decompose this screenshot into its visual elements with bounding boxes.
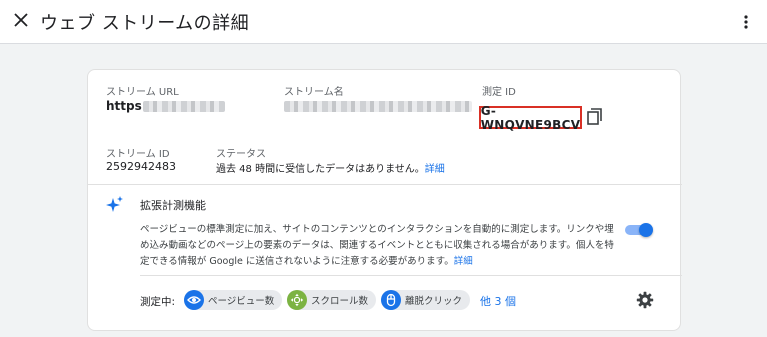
measuring-label: 測定中: [140, 296, 176, 308]
close-button[interactable] [9, 8, 33, 32]
copy-button[interactable] [585, 107, 605, 127]
divider [140, 275, 682, 276]
close-icon [14, 13, 28, 27]
copy-icon [587, 108, 602, 125]
measurement-id-label: 測定 ID [482, 87, 516, 98]
redacted-url [143, 101, 225, 112]
status-details-link[interactable]: 詳細 [425, 164, 445, 175]
toggle-thumb [639, 223, 653, 237]
redacted-stream-name [284, 101, 472, 112]
gear-icon[interactable] [636, 291, 654, 309]
top-app-bar: ウェブ ストリームの詳細 [0, 0, 767, 44]
stream-name-label: ストリーム名 [284, 87, 344, 98]
chip-page-views[interactable]: ページビュー数 [184, 290, 283, 310]
chip-outbound-clicks[interactable]: 離脱クリック [381, 290, 471, 310]
status-row: 過去 48 時間に受信したデータはありません。詳細 [216, 160, 445, 175]
stream-id-label: ストリーム ID [106, 149, 170, 160]
enhanced-measurement-description: ページビューの標準測定に加え、サイトのコンテンツとのインタラクションを自動的に測… [140, 222, 620, 270]
mouse-icon [381, 290, 401, 310]
stream-id-value: 2592942483 [106, 160, 176, 173]
description-details-link[interactable]: 詳細 [454, 256, 473, 267]
status-text: 過去 48 時間に受信したデータはありません。 [216, 164, 425, 175]
chip-label: 離脱クリック [405, 296, 463, 307]
more-options-button[interactable] [734, 10, 758, 34]
chip-label: スクロール数 [311, 296, 369, 307]
enhanced-measurement-toggle[interactable] [623, 223, 653, 237]
status-label: ステータス [216, 149, 266, 160]
chip-scrolls[interactable]: スクロール数 [287, 290, 377, 310]
chip-label: ページビュー数 [208, 296, 275, 307]
scroll-icon [287, 290, 307, 310]
stream-url-label: ストリーム URL [106, 87, 179, 98]
more-measurements-link[interactable]: 他 3 個 [480, 293, 516, 309]
more-vert-icon [744, 15, 748, 29]
page-title: ウェブ ストリームの詳細 [40, 13, 250, 34]
eye-icon [184, 290, 204, 310]
enhanced-measurement-title: 拡張計測機能 [140, 199, 206, 212]
description-text: ページビューの標準測定に加え、サイトのコンテンツとのインタラクションを自動的に測… [140, 224, 614, 267]
sparkle-icon [106, 196, 123, 212]
measurement-id-value: G-WNQVNE9BCV [479, 103, 582, 132]
divider [88, 184, 682, 185]
stream-details-card: ストリーム URL https:// ストリーム名 測定 ID G-WNQVNE… [87, 69, 682, 331]
